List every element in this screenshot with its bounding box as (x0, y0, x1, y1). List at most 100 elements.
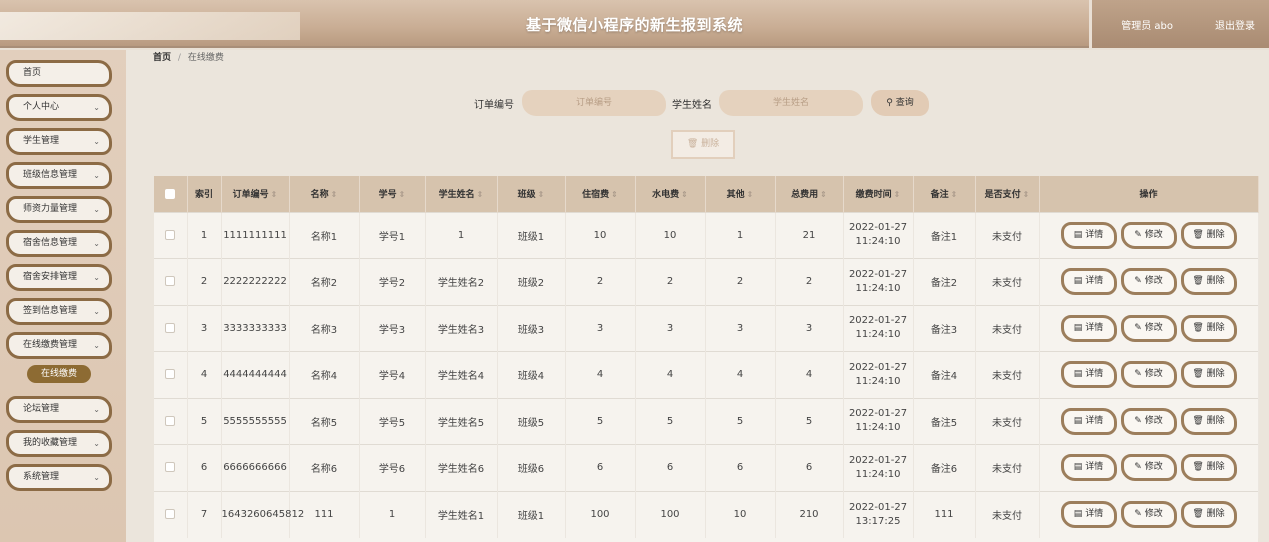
detail-button[interactable]: ▤ 详情 (1060, 268, 1117, 296)
sort-icon[interactable]: ⇕ (1023, 190, 1030, 199)
table-row: 5 5555555555 名称5 学号5 学生姓名5 班级5 5 5 5 5 2022-01-27 1… (154, 398, 1259, 445)
sidebar-item-student-management[interactable]: 学生管理 ⌄ (6, 128, 112, 155)
cell-utility: 3 (635, 305, 706, 352)
delete-button[interactable]: 🗑 删除 (1180, 361, 1237, 389)
sort-icon[interactable]: ⇕ (271, 190, 278, 199)
sidebar-subitem-online-payment[interactable]: 在线缴费 (27, 365, 91, 383)
edit-button[interactable]: ✎ 修改 (1120, 454, 1177, 482)
delete-button[interactable]: 🗑 删除 (1180, 221, 1237, 249)
paytime-date: 2022-01-27 (848, 361, 908, 373)
sort-icon[interactable]: ⇕ (820, 190, 827, 199)
column-header[interactable]: 水电费 ⇕ (635, 176, 706, 212)
sort-icon[interactable]: ⇕ (611, 190, 618, 199)
sidebar-item-favorites[interactable]: 我的收藏管理 ⌄ (6, 430, 112, 457)
detail-button[interactable]: ▤ 详情 (1060, 454, 1117, 482)
delete-button[interactable]: 🗑 删除 (1180, 454, 1237, 482)
detail-button[interactable]: ▤ 详情 (1060, 361, 1117, 389)
column-header[interactable]: 是否支付 ⇕ (975, 176, 1040, 212)
sidebar-item-label: 系统管理 (23, 472, 60, 482)
edit-button[interactable]: ✎ 修改 (1120, 268, 1177, 296)
detail-button[interactable]: ▤ 详情 (1060, 407, 1117, 435)
select-all-cell (154, 176, 188, 212)
sort-icon[interactable]: ⇕ (747, 190, 754, 199)
query-button[interactable]: ⚲ 查询 (871, 90, 929, 116)
column-header[interactable]: 订单编号 ⇕ (221, 176, 290, 212)
edit-button-label: 修改 (1144, 276, 1163, 287)
sort-icon[interactable]: ⇕ (477, 190, 484, 199)
sidebar-item-faculty[interactable]: 师资力量管理 ⌄ (6, 196, 112, 223)
column-header[interactable]: 缴费时间 ⇕ (843, 176, 914, 212)
top-header: 基于微信小程序的新生报到系统 管理员 abo 退出登录 (0, 0, 1269, 48)
row-checkbox[interactable] (165, 462, 176, 473)
chevron-down-icon: ⌄ (93, 341, 100, 350)
student-name-input[interactable] (719, 90, 863, 116)
sort-icon[interactable]: ⇕ (951, 190, 958, 199)
column-header[interactable]: 名称 ⇕ (289, 176, 360, 212)
cell-sid: 学号5 (359, 398, 426, 445)
edit-button[interactable]: ✎ 修改 (1120, 501, 1177, 528)
column-header[interactable]: 学生姓名 ⇕ (425, 176, 498, 212)
row-checkbox[interactable] (165, 415, 176, 426)
sort-icon[interactable]: ⇕ (331, 190, 338, 199)
sidebar-item-personal-center[interactable]: 个人中心 ⌄ (6, 94, 112, 121)
sort-icon[interactable]: ⇕ (399, 190, 406, 199)
detail-button[interactable]: ▤ 详情 (1060, 314, 1117, 342)
column-header[interactable]: 学号 ⇕ (359, 176, 426, 212)
column-header[interactable]: 总费用 ⇕ (775, 176, 844, 212)
edit-button[interactable]: ✎ 修改 (1120, 221, 1177, 249)
chevron-down-icon: ⌄ (93, 273, 100, 282)
logout-link[interactable]: 退出登录 (1215, 17, 1255, 32)
sort-icon[interactable]: ⇕ (894, 190, 901, 199)
detail-button[interactable]: ▤ 详情 (1060, 501, 1117, 528)
select-all-checkbox[interactable] (165, 188, 176, 199)
cell-order: 1111111111 (221, 212, 290, 259)
order-number-input[interactable] (522, 90, 666, 116)
sidebar-item-system[interactable]: 系统管理 ⌄ (6, 464, 112, 491)
sidebar-item-class-info[interactable]: 班级信息管理 ⌄ (6, 162, 112, 189)
document-icon: ▤ (1073, 462, 1083, 473)
column-header: 操作 (1039, 176, 1259, 212)
delete-button-label: 删除 (1206, 276, 1225, 287)
delete-button[interactable]: 🗑 删除 (1180, 314, 1237, 342)
row-checkbox[interactable] (165, 276, 176, 287)
trash-icon: 🗑 (1192, 509, 1204, 519)
column-header[interactable]: 其他 ⇕ (705, 176, 776, 212)
row-checkbox[interactable] (165, 369, 176, 380)
cell-name: 名称3 (289, 305, 360, 352)
column-header[interactable]: 住宿费 ⇕ (565, 176, 636, 212)
delete-button[interactable]: 🗑 删除 (1180, 268, 1237, 296)
sidebar-item-forum[interactable]: 论坛管理 ⌄ (6, 396, 112, 423)
sidebar-item-checkin-info[interactable]: 签到信息管理 ⌄ (6, 298, 112, 325)
column-header-label: 其他 (726, 190, 745, 201)
edit-button[interactable]: ✎ 修改 (1120, 314, 1177, 342)
edit-button[interactable]: ✎ 修改 (1120, 407, 1177, 435)
sidebar-item-label: 签到信息管理 (23, 306, 78, 316)
sidebar-item-home[interactable]: 首页 (6, 60, 112, 87)
chevron-down-icon: ⌄ (93, 473, 100, 482)
row-checkbox[interactable] (165, 322, 176, 333)
sidebar-item-dorm-info[interactable]: 宿舍信息管理 ⌄ (6, 230, 112, 257)
sort-icon[interactable]: ⇕ (538, 190, 545, 199)
cell-note: 备注3 (913, 305, 976, 352)
breadcrumb-home[interactable]: 首页 (153, 53, 171, 63)
cell-paid: 未支付 (975, 351, 1040, 398)
pencil-icon: ✎ (1134, 369, 1142, 380)
column-header[interactable]: 备注 ⇕ (913, 176, 976, 212)
cell-paid: 未支付 (975, 258, 1040, 305)
delete-button[interactable]: 🗑 删除 (1180, 501, 1237, 528)
row-checkbox[interactable] (165, 509, 176, 519)
delete-button[interactable]: 🗑 删除 (1180, 407, 1237, 435)
cell-utility: 2 (635, 258, 706, 305)
row-select-cell (154, 491, 188, 538)
edit-button[interactable]: ✎ 修改 (1120, 361, 1177, 389)
sort-icon[interactable]: ⇕ (681, 190, 688, 199)
row-checkbox[interactable] (165, 229, 176, 240)
cell-name: 名称1 (289, 212, 360, 259)
bulk-delete-button[interactable]: 🗑 删除 (671, 130, 735, 159)
sidebar-item-dorm-arrangement[interactable]: 宿舍安排管理 ⌄ (6, 264, 112, 291)
detail-button[interactable]: ▤ 详情 (1060, 221, 1117, 249)
sidebar-item-online-payment[interactable]: 在线缴费管理 ⌄ (6, 332, 112, 359)
column-header[interactable]: 班级 ⇕ (497, 176, 566, 212)
cell-lodging: 10 (565, 212, 636, 259)
cell-lodging: 3 (565, 305, 636, 352)
